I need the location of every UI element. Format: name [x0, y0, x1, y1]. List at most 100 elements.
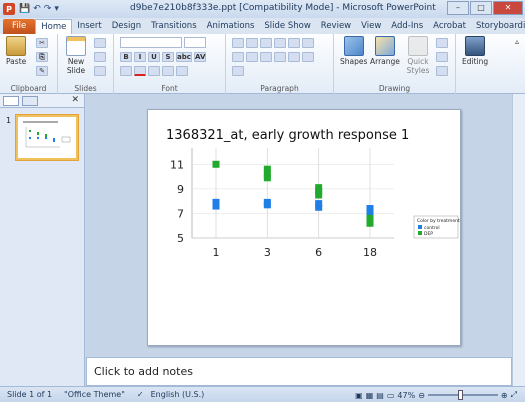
tab-view[interactable]: View	[356, 19, 386, 34]
align-right-icon[interactable]	[260, 52, 272, 62]
tab-review[interactable]: Review	[316, 19, 356, 34]
clear-format-icon[interactable]	[176, 66, 188, 76]
window-title: d9be7e210b8f333e.ppt [Compatibility Mode…	[130, 3, 436, 13]
bold-button[interactable]: B	[120, 52, 132, 62]
normal-view-icon[interactable]: ▣	[355, 391, 363, 400]
font-color-icon[interactable]	[134, 66, 146, 76]
copy-icon[interactable]: ⎘	[36, 52, 48, 62]
binoculars-icon	[465, 36, 486, 56]
zoom-out-icon[interactable]: ⊖	[418, 391, 425, 400]
new-slide-button[interactable]: New Slide	[64, 36, 88, 75]
zoom-slider[interactable]	[427, 390, 498, 400]
grow-font-icon[interactable]	[148, 66, 160, 76]
slide-thumbnail[interactable]	[16, 115, 78, 160]
outline-tab[interactable]	[22, 95, 38, 106]
notes-placeholder: Click to add notes	[94, 365, 193, 378]
paste-label: Paste	[6, 57, 27, 66]
line-spacing-icon[interactable]	[288, 38, 300, 48]
editing-button[interactable]: Editing	[462, 36, 488, 66]
arrange-button[interactable]: Arrange	[370, 36, 400, 66]
font-size-combo[interactable]	[184, 37, 206, 48]
justify-icon[interactable]	[274, 52, 286, 62]
italic-button[interactable]: I	[134, 52, 146, 62]
vertical-scrollbar[interactable]	[512, 94, 525, 386]
customize-qat-icon[interactable]: ▾	[54, 4, 59, 14]
data-point-dep	[212, 160, 220, 168]
undo-icon[interactable]: ↶	[33, 4, 41, 14]
fit-to-window-icon[interactable]: ⤢	[511, 390, 517, 400]
ribbon-collapse-icon[interactable]: ▵	[515, 37, 519, 46]
align-center-icon[interactable]	[246, 52, 258, 62]
align-left-icon[interactable]	[232, 52, 244, 62]
slides-tab[interactable]	[3, 95, 19, 106]
x-tick-label: 18	[363, 246, 377, 259]
font-group-label: Font	[161, 84, 178, 93]
font-family-combo[interactable]	[120, 37, 182, 48]
shrink-font-icon[interactable]	[162, 66, 174, 76]
shadow-button[interactable]: S	[162, 52, 174, 62]
sorter-view-icon[interactable]: ▦	[366, 391, 374, 400]
smartart-icon[interactable]	[232, 66, 244, 76]
change-case-icon[interactable]	[120, 66, 132, 76]
underline-button[interactable]: U	[148, 52, 160, 62]
increase-indent-icon[interactable]	[274, 38, 286, 48]
shapes-button[interactable]: Shapes	[340, 36, 367, 66]
slideshow-view-icon[interactable]: ▭	[387, 391, 395, 400]
zoom-level[interactable]: 47%	[397, 391, 415, 400]
y-tick-label: 5	[177, 232, 184, 245]
maximize-button[interactable]: □	[470, 1, 492, 15]
legend-title: Color by treatment	[417, 218, 460, 224]
slide-canvas[interactable]: 1368321_at, early growth response 1, Eg …	[147, 109, 461, 346]
shape-fill-icon[interactable]	[436, 38, 448, 48]
y-tick-label: 9	[177, 183, 184, 196]
columns-icon[interactable]	[288, 52, 300, 62]
strikethrough-button[interactable]: abc	[176, 52, 192, 62]
redo-icon[interactable]: ↷	[44, 4, 52, 14]
quick-styles-button[interactable]: Quick Styles	[402, 36, 434, 75]
layout-icon[interactable]	[94, 38, 106, 48]
close-panel-icon[interactable]: ✕	[71, 95, 79, 105]
ribbon: Paste ✂ ⎘ ✎ Clipboard New Slide Slides B…	[0, 34, 525, 94]
align-text-icon[interactable]	[302, 52, 314, 62]
reading-view-icon[interactable]: ▤	[376, 391, 384, 400]
paste-button[interactable]: Paste	[6, 36, 26, 66]
quick-styles-icon	[408, 36, 428, 56]
zoom-slider-thumb[interactable]	[457, 390, 463, 400]
section-icon[interactable]	[94, 66, 106, 76]
notes-pane[interactable]: Click to add notes	[86, 357, 512, 386]
window-controls: – □ ✕	[447, 1, 523, 15]
paragraph-group: Paragraph	[226, 34, 334, 94]
tab-design[interactable]: Design	[107, 19, 146, 34]
spellcheck-icon[interactable]: ✓	[137, 390, 144, 399]
bullets-icon[interactable]	[232, 38, 244, 48]
language[interactable]: English (U.S.)	[151, 390, 205, 399]
close-button[interactable]: ✕	[493, 1, 523, 15]
cut-icon[interactable]: ✂	[36, 38, 48, 48]
reset-icon[interactable]	[94, 52, 106, 62]
format-painter-icon[interactable]: ✎	[36, 66, 48, 76]
character-spacing-button[interactable]: AV	[194, 52, 206, 62]
tab-slide-show[interactable]: Slide Show	[259, 19, 315, 34]
numbering-icon[interactable]	[246, 38, 258, 48]
minimize-button[interactable]: –	[447, 1, 469, 15]
tab-acrobat[interactable]: Acrobat	[428, 19, 471, 34]
tab-storyboarding[interactable]: Storyboarding	[471, 19, 525, 34]
theme-name: "Office Theme"	[64, 390, 125, 399]
title-bar: P 💾 ↶ ↷ ▾ d9be7e210b8f333e.ppt [Compatib…	[0, 0, 525, 18]
shape-effects-icon[interactable]	[436, 66, 448, 76]
tab-home[interactable]: Home	[35, 19, 73, 34]
powerpoint-app-icon[interactable]: P	[3, 3, 15, 15]
tab-transitions[interactable]: Transitions	[146, 19, 202, 34]
zoom-in-icon[interactable]: ⊕	[501, 391, 508, 400]
slide-number: 1	[6, 116, 12, 125]
tab-add-ins[interactable]: Add-Ins	[386, 19, 428, 34]
shape-outline-icon[interactable]	[436, 52, 448, 62]
legend-label: DEP	[424, 231, 433, 237]
tab-insert[interactable]: Insert	[72, 19, 106, 34]
tab-file[interactable]: File	[3, 19, 36, 34]
decrease-indent-icon[interactable]	[260, 38, 272, 48]
tab-animations[interactable]: Animations	[202, 19, 260, 34]
save-icon[interactable]: 💾	[19, 4, 30, 14]
quick-styles-label: Quick Styles	[406, 57, 430, 75]
text-direction-icon[interactable]	[302, 38, 314, 48]
